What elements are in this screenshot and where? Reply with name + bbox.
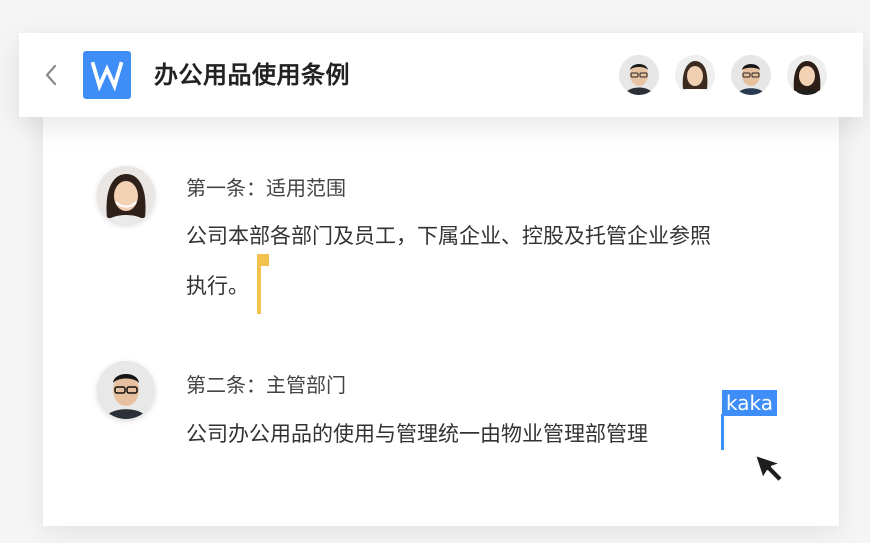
avatar-woman-icon bbox=[97, 166, 155, 224]
document-title: 办公用品使用条例 bbox=[154, 61, 350, 89]
section-body-line: 公司本部各部门及员工，下属企业、控股及托管企业参照 bbox=[186, 224, 711, 248]
collaborator-avatar[interactable] bbox=[731, 55, 771, 95]
collaborator-avatar[interactable] bbox=[619, 55, 659, 95]
section-body-line: 公司办公用品的使用与管理统一由物业管理部管理 bbox=[186, 422, 648, 446]
avatar-woman-icon bbox=[787, 55, 827, 95]
section-heading: 第二条：主管部门 bbox=[186, 373, 346, 397]
document-body[interactable]: 第一条：适用范围 公司本部各部门及员工，下属企业、控股及托管企业参照 执行。 第… bbox=[43, 96, 839, 526]
avatar-woman-icon bbox=[675, 55, 715, 95]
author-avatar[interactable] bbox=[97, 361, 155, 419]
back-button[interactable] bbox=[41, 63, 61, 87]
section-body-line: 执行。 bbox=[186, 274, 249, 298]
collaborator-text-cursor bbox=[257, 254, 261, 314]
wps-writer-icon bbox=[83, 51, 131, 99]
avatar-man-glasses-icon bbox=[97, 361, 155, 419]
collaborator-avatar[interactable] bbox=[787, 55, 827, 95]
mouse-pointer-icon bbox=[755, 453, 785, 484]
document-header: 办公用品使用条例 bbox=[19, 33, 863, 117]
avatar-man-glasses-icon bbox=[731, 55, 771, 95]
remote-text-cursor bbox=[721, 414, 724, 450]
remote-user-label: kaka bbox=[722, 390, 777, 416]
collaborator-avatar[interactable] bbox=[675, 55, 715, 95]
stage: 办公用品使用条例 第一条：适用范围 公司本部各部门及员工，下属企业、控股及托管企… bbox=[0, 0, 870, 543]
chevron-left-icon bbox=[45, 64, 57, 86]
avatar-man-glasses-icon bbox=[619, 55, 659, 95]
section-heading: 第一条：适用范围 bbox=[186, 176, 346, 200]
author-avatar[interactable] bbox=[97, 166, 155, 224]
